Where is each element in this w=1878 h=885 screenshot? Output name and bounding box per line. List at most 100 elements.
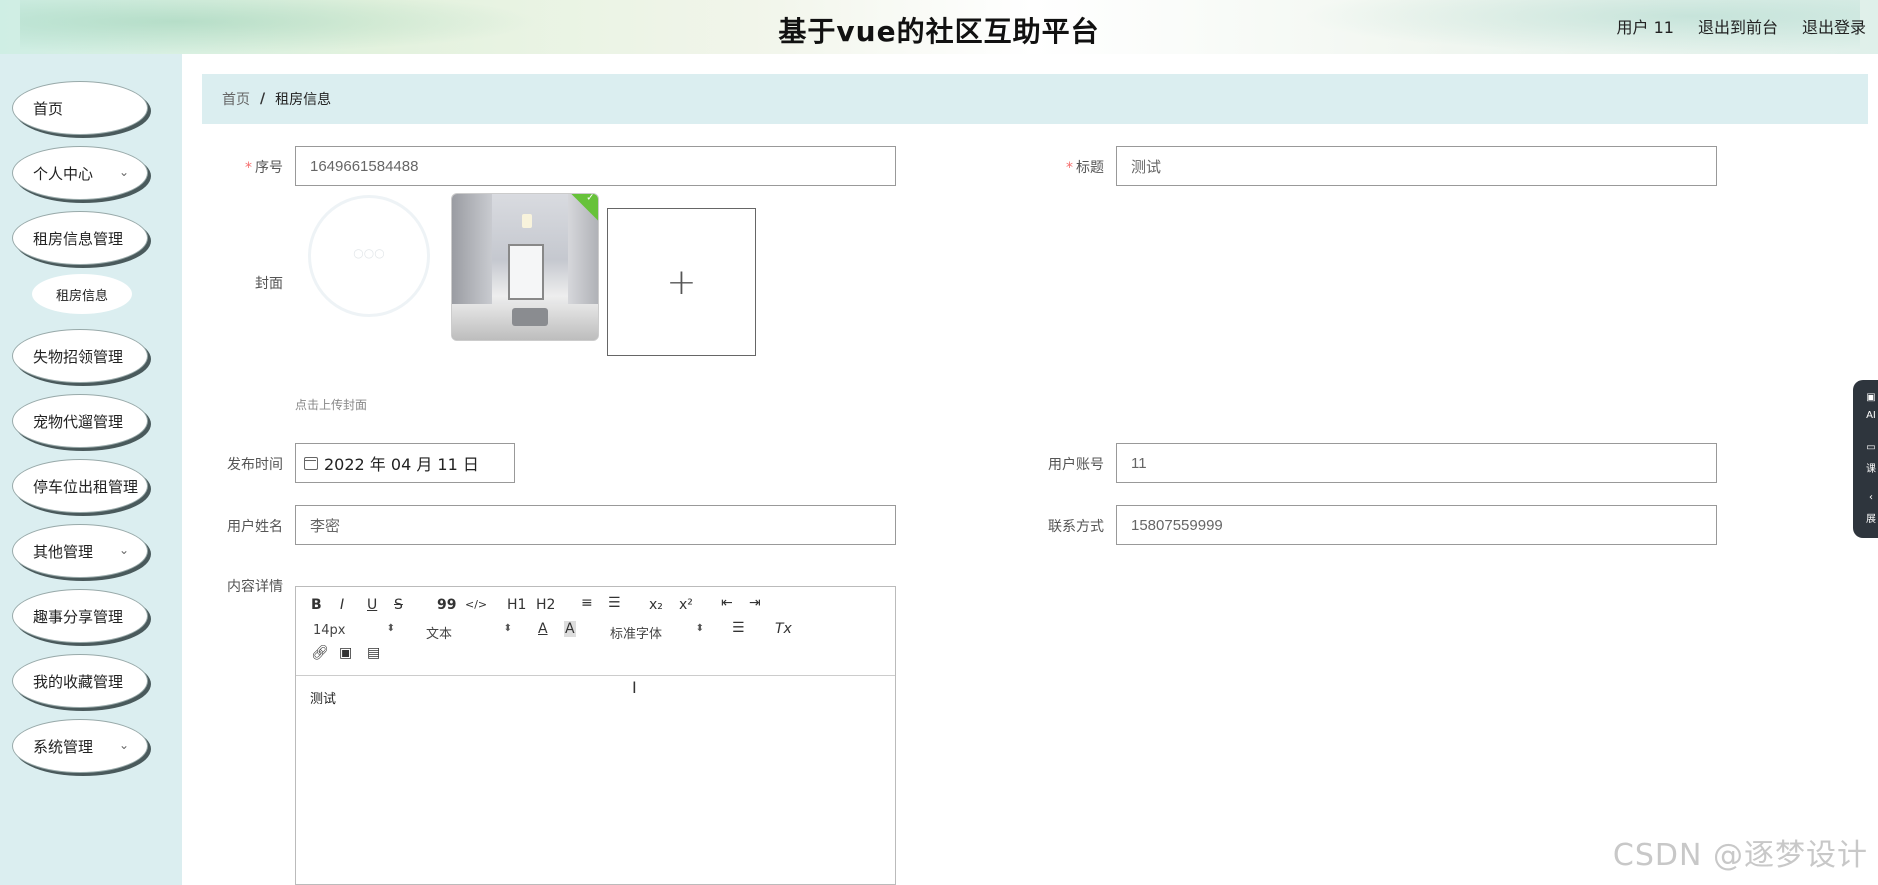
contact-label: 联系方式 <box>1048 519 1104 535</box>
check-icon: ✓ <box>586 193 595 204</box>
account-input[interactable]: 11 <box>1116 443 1717 483</box>
loading-icon: ○○○ <box>353 246 385 260</box>
chevron-down-icon: ⌄ <box>118 738 129 752</box>
watermark: CSDN @逐梦设计 <box>1612 838 1868 873</box>
serial-input[interactable]: 1649661584488 <box>295 146 896 186</box>
font-size-value: 14px <box>313 623 346 638</box>
ai-tool-label: AI <box>1866 410 1876 421</box>
expand-tool-label: 展 <box>1866 514 1876 525</box>
sidebar-item-favorites[interactable]: 我的收藏管理 <box>12 654 148 708</box>
serial-label: * 序号 <box>203 157 283 177</box>
sidebar-item-label: 趣事分享管理 <box>33 607 124 626</box>
ordered-list-icon[interactable]: ≡ <box>581 595 593 611</box>
h2-button[interactable]: H2 <box>536 597 555 613</box>
underline-button[interactable]: U <box>367 597 377 613</box>
select-arrows-icon: ⬍ <box>503 623 512 634</box>
superscript-button[interactable]: x² <box>679 597 693 613</box>
sidebar-item-pet-walking[interactable]: 宠物代遛管理 <box>12 394 148 448</box>
sidebar-item-other[interactable]: 其他管理 ⌄ <box>12 524 148 578</box>
code-block-button[interactable]: </> <box>465 598 487 611</box>
thumb-lamp <box>522 214 532 228</box>
breadcrumb: 首页 / 租房信息 <box>202 74 1868 124</box>
align-icon[interactable]: ☰ <box>732 620 745 636</box>
sidebar-subitem-label: 租房信息 <box>55 288 108 304</box>
current-user-label[interactable]: 用户 11 <box>1617 14 1674 38</box>
chevron-down-icon: ⌄ <box>118 543 129 557</box>
breadcrumb-current: 租房信息 <box>275 92 332 108</box>
course-tool-label: 课 <box>1866 464 1876 475</box>
thumb-sofa <box>512 308 548 326</box>
sidebar-item-label: 我的收藏管理 <box>33 672 124 691</box>
sidebar-item-home[interactable]: 首页 <box>12 81 148 135</box>
serial-label-text: 序号 <box>255 160 283 176</box>
title-input[interactable]: 测试 <box>1116 146 1717 186</box>
contact-input[interactable]: 15807559999 <box>1116 505 1717 545</box>
sidebar-item-personal-center[interactable]: 个人中心 ⌄ <box>12 146 148 200</box>
expand-tool-icon[interactable]: ‹ <box>1861 492 1878 503</box>
outdent-icon[interactable]: ⇤ <box>721 595 733 611</box>
breadcrumb-home[interactable]: 首页 <box>222 89 250 109</box>
back-to-front-link[interactable]: 退出到前台 <box>1698 14 1778 38</box>
text-color-icon[interactable]: A <box>538 621 548 637</box>
h1-button[interactable]: H1 <box>507 597 526 613</box>
publish-date-value: 2022 年 04 月 11 日 <box>324 455 479 474</box>
header-select-value: 文本 <box>426 627 453 642</box>
select-arrows-icon: ⬍ <box>695 623 704 634</box>
sidebar-item-lost-found[interactable]: 失物招领管理 <box>12 329 148 383</box>
sidebar-item-system[interactable]: 系统管理 ⌄ <box>12 719 148 773</box>
font-size-select[interactable]: 14px ⬍ <box>313 623 395 638</box>
font-family-value: 标准字体 <box>610 627 663 642</box>
link-icon[interactable]: 🔗︎ <box>311 645 329 661</box>
rich-text-editor: B I U S 99 </> H1 H2 ≡ ☰ x₂ x² ⇤ ⇥ 14px … <box>295 586 896 885</box>
name-label: 用户姓名 <box>227 519 283 535</box>
clear-format-button[interactable]: Tx <box>775 621 792 637</box>
account-label: 用户账号 <box>1048 457 1104 473</box>
indent-icon[interactable]: ⇥ <box>749 595 761 611</box>
sidebar-item-parking-rental[interactable]: 停车位出租管理 <box>12 459 148 513</box>
required-mark: * <box>1066 160 1073 176</box>
plus-icon: + <box>666 261 697 303</box>
bullet-list-icon[interactable]: ☰ <box>608 595 621 611</box>
sidebar-item-rental-management[interactable]: 租房信息管理 <box>12 211 148 265</box>
upload-progress-circle: ○○○ <box>308 195 430 317</box>
background-color-icon[interactable]: A <box>564 621 576 637</box>
sidebar-item-label: 其他管理 <box>33 542 94 561</box>
sidebar-item-label: 首页 <box>33 99 64 118</box>
name-input[interactable]: 李密 <box>295 505 896 545</box>
sidebar-item-label: 失物招领管理 <box>33 347 124 366</box>
sidebar-item-label: 系统管理 <box>33 737 94 756</box>
bold-button[interactable]: B <box>311 597 322 613</box>
editor-toolbar: B I U S 99 </> H1 H2 ≡ ☰ x₂ x² ⇤ ⇥ 14px … <box>296 587 895 676</box>
course-tool-icon[interactable]: ▭ <box>1861 442 1878 453</box>
strike-button[interactable]: S <box>394 597 403 613</box>
sidebar-item-label: 租房信息管理 <box>33 229 124 248</box>
sidebar-item-fun-sharing[interactable]: 趣事分享管理 <box>12 589 148 643</box>
blockquote-button[interactable]: 99 <box>437 597 456 613</box>
subscript-button[interactable]: x₂ <box>649 597 663 613</box>
content-label: 内容详情 <box>227 579 283 595</box>
top-header: 基于vue的社区互助平台 用户 11 退出到前台 退出登录 <box>0 0 1878 54</box>
calendar-icon <box>304 456 318 470</box>
image-icon[interactable]: ▣ <box>339 645 352 661</box>
header-select[interactable]: 文本 ⬍ <box>426 623 512 642</box>
select-arrows-icon: ⬍ <box>386 623 395 634</box>
sidebar-item-label: 停车位出租管理 <box>33 477 139 496</box>
title-label-text: 标题 <box>1076 160 1104 176</box>
cover-image-thumbnail[interactable]: ✓ <box>451 193 599 341</box>
app-title: 基于vue的社区互助平台 <box>778 15 1100 48</box>
italic-button[interactable]: I <box>340 597 344 613</box>
upload-add-button[interactable]: + <box>607 208 756 356</box>
thumb-window <box>508 244 544 300</box>
publish-time-label: 发布时间 <box>227 457 283 473</box>
text-cursor-icon: I <box>632 678 637 697</box>
ai-tool-icon[interactable]: ▣ <box>1861 392 1878 403</box>
sidebar-subitem-rental-info[interactable]: 租房信息 <box>32 274 132 314</box>
cover-label: 封面 <box>255 276 283 292</box>
floating-tool-panel[interactable]: ▣ AI ▭ 课 ‹ 展 <box>1853 380 1878 538</box>
logout-link[interactable]: 退出登录 <box>1802 14 1866 38</box>
editor-content[interactable]: 测试 <box>296 676 895 719</box>
publish-date-picker[interactable]: 2022 年 04 月 11 日 <box>295 443 515 483</box>
font-family-select[interactable]: 标准字体 ⬍ <box>610 623 704 642</box>
video-icon[interactable]: ▤ <box>367 645 380 661</box>
required-mark: * <box>245 160 252 176</box>
